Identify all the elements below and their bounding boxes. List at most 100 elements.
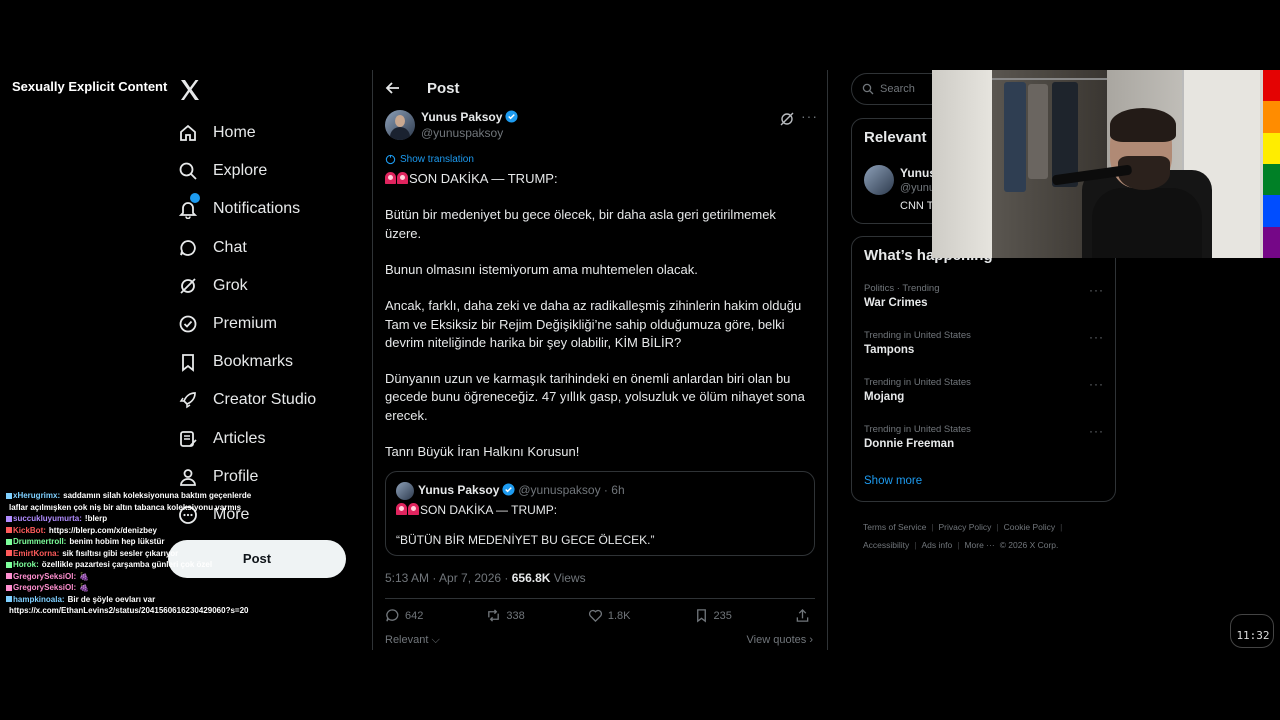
ads-info-link[interactable]: Ads info: [922, 540, 953, 550]
bell-icon: [178, 193, 200, 220]
stream-chat: xHerugrimx: saddamın silah koleksiyonuna …: [6, 490, 266, 617]
trend-more-icon[interactable]: ···: [1089, 330, 1104, 344]
notification-dot: [190, 193, 200, 204]
nav-grok[interactable]: Grok: [168, 267, 368, 305]
chat-message: laflar açılmışken çok niş bir altın taba…: [6, 502, 266, 514]
share-button[interactable]: [795, 608, 815, 623]
show-translation-text[interactable]: Show translation: [400, 154, 474, 165]
meta-divider: [385, 598, 815, 599]
repost-button[interactable]: 338: [486, 608, 525, 623]
reply-sort-dropdown[interactable]: Relevant ⌵: [385, 634, 440, 647]
chat-text: Bir de şöyle oevları var: [67, 594, 156, 604]
post-body: SON DAKİKA — TRUMP: Bütün bir medeniyet …: [385, 170, 815, 479]
relevant-person-avatar[interactable]: [864, 165, 894, 195]
cookie-link[interactable]: Cookie Policy: [1004, 522, 1056, 532]
quote-author-name: Yunus Paksoy: [418, 483, 500, 497]
webcam-clothing: [1052, 82, 1078, 187]
nav-bookmarks[interactable]: Bookmarks: [168, 343, 368, 381]
chat-badge-icon: [6, 492, 12, 499]
reply-count: 642: [405, 609, 424, 622]
reply-icon: [386, 609, 399, 622]
trend-more-icon[interactable]: ···: [1089, 377, 1104, 391]
nav-chat[interactable]: Chat: [168, 229, 368, 267]
trend-more-icon[interactable]: ···: [1089, 283, 1104, 297]
chat-username: GregorySeksiOl:: [13, 583, 77, 592]
relevant-person-name[interactable]: Yunus: [900, 166, 936, 180]
nav-grok-label: Grok: [213, 276, 248, 294]
profile-icon: [178, 467, 198, 487]
post-timestamp[interactable]: 5:13 AM · Apr 7, 2026 ·: [385, 571, 512, 585]
nav-creator-studio[interactable]: Creator Studio: [168, 381, 368, 419]
nav-notifications-label: Notifications: [213, 200, 301, 218]
whats-happening-panel: What’s happening Politics · Trending War…: [851, 236, 1116, 502]
show-translation-link[interactable]: Show translation: [385, 154, 474, 165]
more-link[interactable]: More ···: [964, 540, 994, 550]
show-more-link[interactable]: Show more: [864, 475, 922, 487]
reply-button[interactable]: 642: [385, 608, 423, 623]
left-nav: Home Explore Notifications Chat Grok Pre…: [168, 114, 368, 534]
x-logo-icon[interactable]: [178, 78, 202, 102]
webcam-clothing: [1028, 84, 1048, 179]
quote-line-2: “BÜTÜN BİR MEDENİYET BU GECE ÖLECEK.”: [396, 533, 655, 547]
webcam-rod: [992, 78, 1107, 80]
author-name[interactable]: Yunus Paksoy: [421, 110, 518, 124]
nav-articles[interactable]: Articles: [168, 420, 368, 458]
chat-badge-icon: [6, 584, 12, 591]
nav-chat-label: Chat: [213, 238, 247, 256]
main-right-border: [827, 70, 828, 650]
chat-message: GregorySeksiOl: 🍇: [6, 582, 266, 594]
pride-flag-strip: [1263, 70, 1280, 258]
like-button[interactable]: 1.8K: [588, 608, 630, 623]
pride-stripe: [1263, 132, 1280, 164]
nav-premium[interactable]: Premium: [168, 305, 368, 343]
nav-home-label: Home: [213, 124, 256, 142]
translate-icon: [385, 154, 396, 165]
privacy-link[interactable]: Privacy Policy: [939, 522, 992, 532]
stream-clock: 11:32: [1230, 614, 1274, 648]
author-avatar[interactable]: [385, 110, 415, 140]
chat-username: EmirtKorna:: [13, 548, 60, 558]
pride-stripe: [1263, 70, 1280, 102]
quote-handle-time: @yunuspaksoy · 6h: [518, 483, 625, 497]
quote-line-1: SON DAKİKA — TRUMP:: [396, 503, 557, 517]
author-name-text[interactable]: Yunus Paksoy: [421, 110, 502, 124]
view-quotes-link[interactable]: View quotes ›: [747, 634, 813, 646]
chat-message: Horok: özellikle pazartesi çarşamba günle…: [6, 559, 266, 571]
accessibility-link[interactable]: Accessibility: [863, 540, 909, 550]
grok-explain-icon[interactable]: [779, 111, 795, 127]
premium-icon: [178, 314, 198, 334]
nav-explore[interactable]: Explore: [168, 152, 368, 190]
post-paragraph-2: Bunun olmasını istemiyorum ama muhtemele…: [385, 261, 698, 277]
chat-message: Drummertroll: benim hobim hep lükstür: [6, 536, 266, 548]
chat-text: https://x.com/EthanLevins2/status/204156…: [9, 606, 249, 615]
trend-item[interactable]: Trending in United States Mojang ···: [864, 377, 1104, 403]
quote-author: Yunus Paksoy @yunuspaksoy · 6h: [418, 483, 625, 497]
chat-message: GregorySeksiOl: 🍇: [6, 571, 266, 583]
author-handle[interactable]: @yunuspaksoy: [421, 126, 503, 140]
nav-notifications[interactable]: Notifications: [168, 190, 368, 228]
footer-separator: |: [1060, 522, 1063, 532]
chat-message: hampkinoala: Bir de şöyle oevları var: [6, 594, 266, 606]
footer-separator: |: [957, 540, 960, 550]
trend-item[interactable]: Politics · Trending War Crimes ···: [864, 283, 1104, 309]
trend-item[interactable]: Trending in United States Donnie Freeman…: [864, 424, 1104, 450]
chat-username: hampkinoala:: [13, 594, 65, 604]
trend-more-icon[interactable]: ···: [1089, 424, 1104, 438]
trend-item[interactable]: Trending in United States Tampons ···: [864, 330, 1104, 356]
quoted-post[interactable]: Yunus Paksoy @yunuspaksoy · 6h SON DAKİKA…: [385, 471, 815, 556]
more-options-icon[interactable]: ···: [801, 108, 818, 124]
trend-context: Trending in United States: [864, 330, 971, 341]
chat-badge-icon: [6, 573, 12, 580]
footer-separator: |: [996, 522, 999, 532]
post-paragraph-1: Bütün bir medeniyet bu gece ölecek, bir …: [385, 207, 776, 241]
bookmark-button[interactable]: 235: [694, 608, 732, 623]
terms-link[interactable]: Terms of Service: [863, 522, 926, 532]
trend-name: War Crimes: [864, 297, 928, 309]
back-arrow-icon[interactable]: [385, 80, 401, 96]
nav-articles-label: Articles: [213, 429, 266, 447]
post-paragraph-5: Tanrı Büyük İran Halkını Korusun!: [385, 443, 580, 459]
webcam-clothing: [1004, 82, 1026, 192]
footer-separator: |: [931, 522, 934, 532]
siren-emoji-icon: [396, 503, 407, 515]
nav-home[interactable]: Home: [168, 114, 368, 152]
